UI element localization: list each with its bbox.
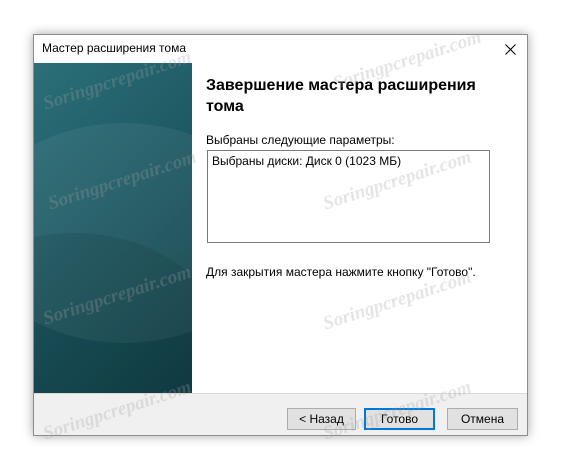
params-text: Выбраны диски: Диск 0 (1023 МБ) [212,154,402,168]
window-title: Мастер расширения тома [42,41,186,55]
close-button[interactable] [493,35,527,63]
close-icon [504,43,516,55]
cancel-button[interactable]: Отмена [447,408,518,430]
title-bar[interactable]: Мастер расширения тома [34,35,527,63]
back-button[interactable]: < Назад [287,408,356,430]
wizard-content: Завершение мастера расширения тома Выбра… [192,63,527,393]
params-label: Выбраны следующие параметры: [206,133,395,147]
page-heading: Завершение мастера расширения тома [206,77,476,115]
close-hint-text: Для закрытия мастера нажмите кнопку "Гот… [206,265,476,279]
banner-decoration [34,233,192,393]
button-bar: < Назад Готово Отмена [34,394,527,435]
volume-extend-wizard-dialog: Мастер расширения тома Завершение мастер… [33,34,528,436]
finish-button[interactable]: Готово [364,408,435,430]
selected-params-textbox[interactable]: Выбраны диски: Диск 0 (1023 МБ) [207,150,490,243]
wizard-side-banner [34,63,192,393]
